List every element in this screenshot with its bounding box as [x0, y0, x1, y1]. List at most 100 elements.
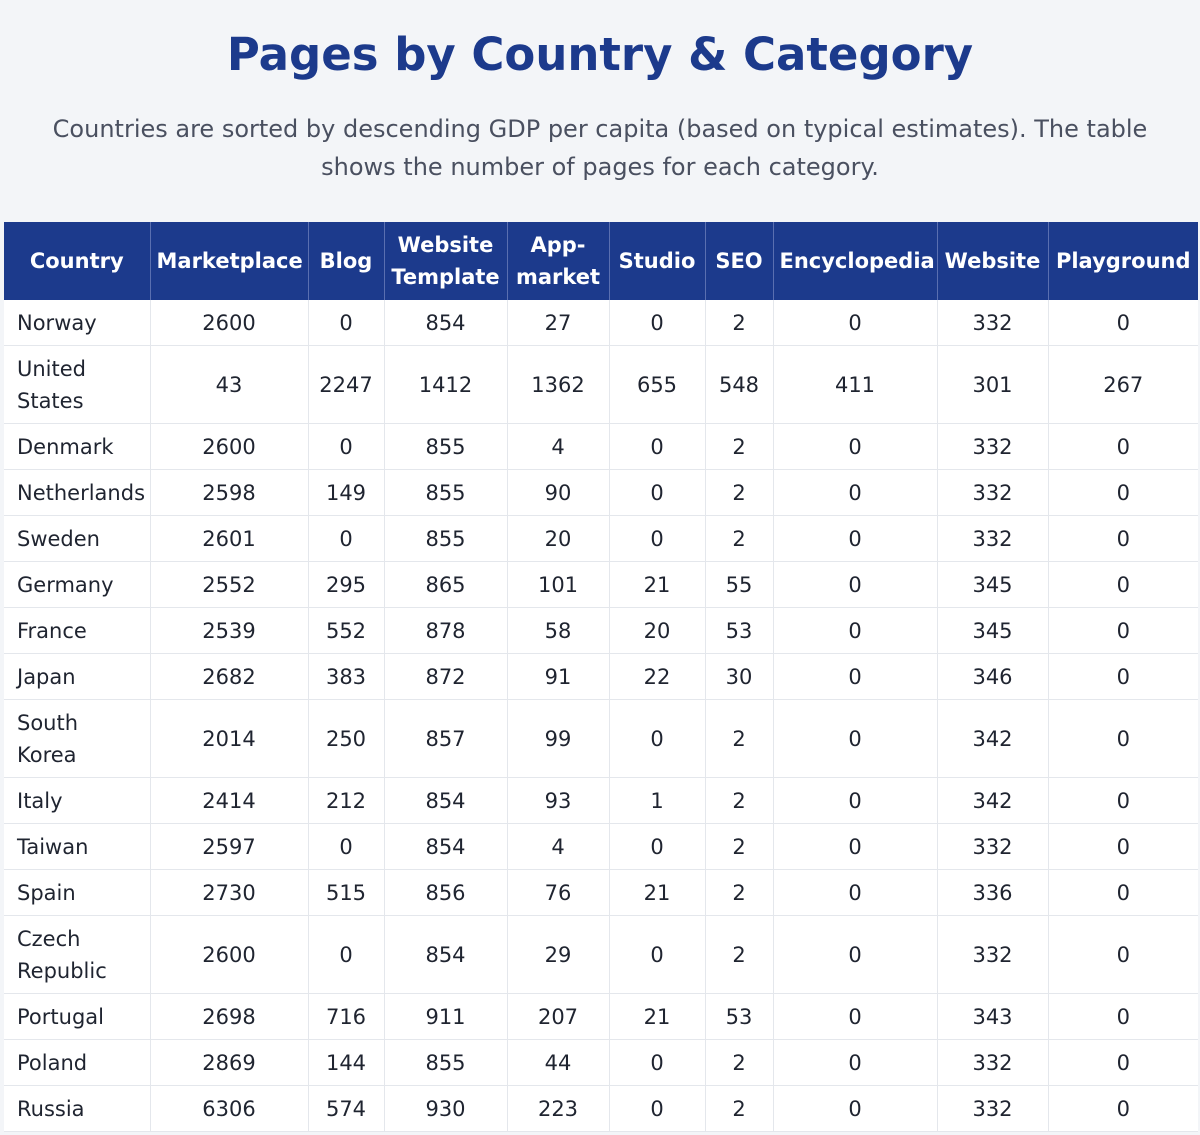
- table-row: France 2539 552 878 58 20 53 0 345 0: [4, 607, 1198, 654]
- column-header[interactable]: Country: [4, 222, 151, 300]
- count-cell: 53: [705, 993, 774, 1040]
- count-cell: 0: [1048, 423, 1198, 470]
- count-cell: 0: [773, 699, 938, 778]
- count-cell: 4: [507, 823, 610, 870]
- count-cell: 0: [773, 469, 938, 516]
- count-cell: 0: [609, 823, 706, 870]
- count-cell: 55: [705, 561, 774, 608]
- count-cell: 21: [609, 561, 706, 608]
- count-cell: 93: [507, 777, 610, 824]
- count-cell: 267: [1048, 345, 1198, 424]
- table-row: United States 43 2247 1412 1362 655 548 411 301 2…: [4, 345, 1198, 424]
- count-cell: 345: [937, 561, 1049, 608]
- count-cell: 20: [609, 607, 706, 654]
- count-cell: 336: [937, 869, 1049, 916]
- count-cell: 6306: [150, 1085, 309, 1132]
- table-row: Italy 2414 212 854 93 1 2 0 342 0: [4, 777, 1198, 824]
- count-cell: 856: [384, 869, 508, 916]
- pages-table: Country Marketplace Blog Website Templat…: [4, 222, 1198, 1132]
- column-header[interactable]: Marketplace: [150, 222, 309, 300]
- table-row: Russia 6306 574 930 223 0 2 0 332 0: [4, 1085, 1198, 1132]
- column-header[interactable]: Website: [937, 222, 1049, 300]
- count-cell: 2: [705, 1039, 774, 1086]
- count-cell: 58: [507, 607, 610, 654]
- count-cell: 2597: [150, 823, 309, 870]
- country-cell: Norway: [4, 300, 151, 346]
- count-cell: 2: [705, 869, 774, 916]
- country-cell: Germany: [4, 561, 151, 608]
- count-cell: 332: [937, 300, 1049, 346]
- country-cell: Russia: [4, 1085, 151, 1132]
- count-cell: 0: [1048, 993, 1198, 1040]
- count-cell: 2: [705, 699, 774, 778]
- count-cell: 29: [507, 915, 610, 994]
- count-cell: 2682: [150, 653, 309, 700]
- count-cell: 332: [937, 915, 1049, 994]
- column-header[interactable]: Encyclopedia: [773, 222, 938, 300]
- column-header[interactable]: SEO: [705, 222, 774, 300]
- count-cell: 2247: [308, 345, 385, 424]
- count-cell: 43: [150, 345, 309, 424]
- column-header[interactable]: Blog: [308, 222, 385, 300]
- count-cell: 21: [609, 869, 706, 916]
- table-row: Netherlands 2598 149 855 90 0 2 0 332 0: [4, 469, 1198, 516]
- count-cell: 930: [384, 1085, 508, 1132]
- country-cell: South Korea: [4, 699, 151, 778]
- count-cell: 212: [308, 777, 385, 824]
- country-cell: Portugal: [4, 993, 151, 1040]
- column-header[interactable]: App-market: [507, 222, 610, 300]
- count-cell: 2601: [150, 515, 309, 562]
- count-cell: 0: [773, 777, 938, 824]
- table-row: Sweden 2601 0 855 20 0 2 0 332 0: [4, 515, 1198, 562]
- count-cell: 0: [1048, 1085, 1198, 1132]
- count-cell: 76: [507, 869, 610, 916]
- count-cell: 0: [773, 300, 938, 346]
- count-cell: 716: [308, 993, 385, 1040]
- count-cell: 515: [308, 869, 385, 916]
- count-cell: 0: [609, 1039, 706, 1086]
- column-header[interactable]: Website Template: [384, 222, 508, 300]
- count-cell: 855: [384, 515, 508, 562]
- count-cell: 0: [1048, 915, 1198, 994]
- country-cell: Poland: [4, 1039, 151, 1086]
- count-cell: 0: [773, 423, 938, 470]
- column-header[interactable]: Playground: [1048, 222, 1198, 300]
- count-cell: 552: [308, 607, 385, 654]
- count-cell: 0: [609, 515, 706, 562]
- country-cell: Taiwan: [4, 823, 151, 870]
- count-cell: 2: [705, 423, 774, 470]
- count-cell: 332: [937, 469, 1049, 516]
- count-cell: 0: [1048, 869, 1198, 916]
- count-cell: 2598: [150, 469, 309, 516]
- count-cell: 21: [609, 993, 706, 1040]
- count-cell: 865: [384, 561, 508, 608]
- count-cell: 2: [705, 823, 774, 870]
- count-cell: 0: [773, 993, 938, 1040]
- table-row: Germany 2552 295 865 101 21 55 0 345 0: [4, 561, 1198, 608]
- count-cell: 1: [609, 777, 706, 824]
- table-row: Portugal 2698 716 911 207 21 53 0 343 0: [4, 993, 1198, 1040]
- count-cell: 2869: [150, 1039, 309, 1086]
- count-cell: 0: [609, 469, 706, 516]
- country-cell: Italy: [4, 777, 151, 824]
- page-title: Pages by Country & Category: [226, 28, 974, 81]
- count-cell: 0: [1048, 777, 1198, 824]
- count-cell: 0: [773, 915, 938, 994]
- table-row: South Korea 2014 250 857 99 0 2 0 342 0: [4, 699, 1198, 778]
- count-cell: 332: [937, 423, 1049, 470]
- count-cell: 342: [937, 699, 1049, 778]
- count-cell: 0: [609, 300, 706, 346]
- country-cell: Sweden: [4, 515, 151, 562]
- count-cell: 0: [1048, 823, 1198, 870]
- count-cell: 911: [384, 993, 508, 1040]
- column-header[interactable]: Studio: [609, 222, 706, 300]
- count-cell: 90: [507, 469, 610, 516]
- country-cell: Denmark: [4, 423, 151, 470]
- count-cell: 854: [384, 823, 508, 870]
- count-cell: 250: [308, 699, 385, 778]
- count-cell: 855: [384, 1039, 508, 1086]
- table-row: Japan 2682 383 872 91 22 30 0 346 0: [4, 653, 1198, 700]
- count-cell: 2600: [150, 915, 309, 994]
- count-cell: 27: [507, 300, 610, 346]
- count-cell: 223: [507, 1085, 610, 1132]
